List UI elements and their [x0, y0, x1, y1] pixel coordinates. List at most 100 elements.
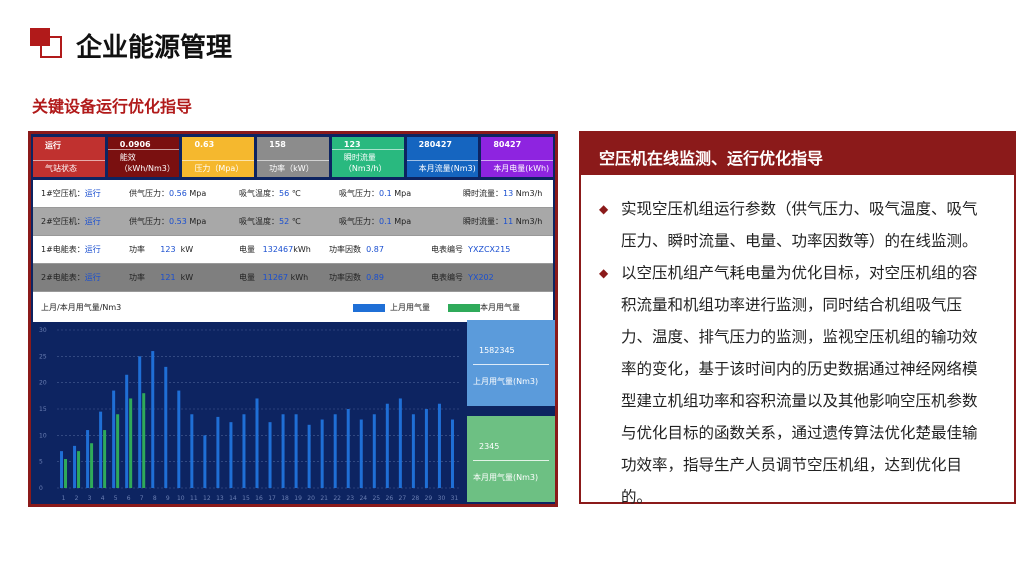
page-title: 企业能源管理 [76, 33, 233, 63]
device-table: 1#空压机：运行 供气压力：0.56 Mpa 吸气温度：56 ℃ 吸气压力：0.… [33, 180, 553, 292]
bar-upper-month [138, 356, 142, 488]
bar-upper-month [125, 374, 129, 488]
kpi-tile: 0.63 压力（Mpa） [182, 137, 255, 177]
bar-upper-month [255, 398, 259, 488]
x-tick-label: 27 [399, 495, 407, 502]
bar-this-month [129, 398, 133, 488]
upper-month-card: 1582345 上月用气量(Nm3) [467, 320, 555, 406]
x-tick-label: 15 [242, 495, 250, 502]
bar-upper-month [99, 411, 103, 488]
bar-upper-month [437, 403, 441, 488]
bar-upper-month [242, 414, 246, 488]
x-tick-label: 9 [166, 495, 170, 502]
x-tick-label: 11 [190, 495, 198, 502]
x-tick-label: 25 [372, 495, 380, 502]
bar-upper-month [411, 414, 415, 488]
y-tick-label: 20 [39, 380, 47, 387]
bar-upper-month [177, 390, 181, 488]
bar-upper-month [372, 414, 376, 488]
x-tick-label: 8 [153, 495, 157, 502]
bar-this-month [64, 459, 68, 488]
kpi-tile: 80427 本月电量(kWh) [481, 137, 554, 177]
bar-upper-month [450, 419, 454, 488]
x-tick-label: 18 [281, 495, 289, 502]
x-tick-label: 22 [333, 495, 341, 502]
legend-swatch-this [448, 304, 480, 312]
bar-this-month [116, 414, 120, 488]
table-row: 1#空压机：运行 供气压力：0.56 Mpa 吸气温度：56 ℃ 吸气压力：0.… [33, 180, 553, 208]
kpi-value: 158 [269, 140, 286, 149]
diamond-icon: ◆ [599, 202, 609, 216]
table-row: 2#电能表：运行 功率 121 kW 电量 11267 kWh 功率因数 0.8… [33, 264, 553, 292]
x-tick-label: 2 [75, 495, 79, 502]
kpi-value: 0.63 [194, 140, 215, 149]
this-month-card: 2345 本月用气量(Nm3) [467, 416, 555, 502]
bar-upper-month [294, 414, 298, 488]
y-tick-label: 10 [39, 432, 47, 439]
bar-upper-month [359, 419, 363, 488]
upper-month-label: 上月用气量(Nm3) [473, 377, 539, 386]
bar-upper-month [112, 390, 116, 488]
kpi-label: 功率（kW） [257, 160, 329, 177]
kpi-value: 80427 [493, 140, 522, 149]
kpi-label: 本月流量(Nm3) [406, 160, 479, 177]
bar-this-month [77, 451, 81, 488]
kpi-label: 压力（Mpa） [182, 160, 255, 177]
y-tick-label: 30 [39, 327, 47, 334]
table-row: 2#空压机：运行 供气压力：0.53 Mpa 吸气温度：52 ℃ 吸气压力：0.… [33, 208, 553, 236]
x-tick-label: 24 [359, 495, 367, 502]
bar-upper-month [320, 419, 324, 488]
bullet-item: ◆ 实现空压机组运行参数（供气压力、吸气温度、吸气压力、瞬时流量、电量、功率因数… [599, 193, 992, 257]
upper-month-value: 1582345 [479, 346, 515, 355]
bar-upper-month [333, 414, 337, 488]
table-row: 1#电能表：运行 功率 123 kW 电量 132467kWh 功率因数 0.8… [33, 236, 553, 264]
y-tick-label: 5 [39, 459, 43, 466]
y-tick-label: 15 [39, 406, 47, 413]
x-tick-label: 3 [88, 495, 92, 502]
kpi-label: 能效（kWh/Nm3） [107, 149, 180, 177]
bullet-item: ◆ 以空压机组产气耗电量为优化目标，对空压机组的容积流量和机组功率进行监测，同时… [599, 257, 992, 513]
legend-label-this: 本月用气量 [480, 303, 520, 312]
bar-upper-month [398, 398, 402, 488]
x-tick-label: 19 [294, 495, 302, 502]
bar-upper-month [229, 422, 233, 488]
x-tick-label: 23 [346, 495, 354, 502]
legend-label-upper: 上月用气量 [390, 303, 430, 312]
x-tick-label: 4 [101, 495, 105, 502]
x-tick-label: 29 [425, 495, 433, 502]
description-panel: 空压机在线监测、运行优化指导 ◆ 实现空压机组运行参数（供气压力、吸气温度、吸气… [579, 131, 1016, 506]
kpi-label: 气站状态 [33, 160, 105, 177]
bar-upper-month [73, 445, 77, 488]
x-tick-label: 7 [140, 495, 144, 502]
bar-upper-month [346, 409, 350, 488]
bar-upper-month [268, 422, 272, 488]
logo-icon [30, 28, 64, 58]
bar-upper-month [203, 435, 207, 488]
x-tick-label: 6 [127, 495, 131, 502]
kpi-value: 0.0906 [119, 140, 151, 149]
bar-upper-month [385, 403, 389, 488]
kpi-tile: 280427 本月流量(Nm3) [406, 137, 479, 177]
x-tick-label: 17 [268, 495, 276, 502]
bar-upper-month [86, 430, 90, 488]
bar-upper-month [190, 414, 194, 488]
x-tick-label: 14 [229, 495, 237, 502]
kpi-value: 运行 [45, 141, 61, 150]
x-tick-label: 16 [255, 495, 263, 502]
x-tick-label: 21 [320, 495, 328, 502]
kpi-label: 瞬时流量（Nm3/h） [331, 149, 404, 177]
gas-usage-bar-chart: 0510152025301 2 3 4 5 6 7 8 9 10 11 12 13 14 15 16 17 18 1… [39, 327, 461, 502]
bar-this-month [103, 430, 107, 488]
bar-upper-month [424, 409, 428, 488]
chart-title: 上月/本月用气量/Nm3 [41, 303, 122, 312]
kpi-tile: 123 瞬时流量（Nm3/h） [331, 137, 404, 177]
bar-this-month [90, 443, 94, 488]
x-tick-label: 5 [114, 495, 118, 502]
panel-title: 空压机在线监测、运行优化指导 [581, 133, 1014, 175]
y-tick-label: 0 [39, 485, 43, 492]
bar-this-month [142, 393, 146, 488]
x-tick-label: 28 [412, 495, 420, 502]
bar-upper-month [151, 351, 155, 488]
monitoring-dashboard: 运行 气站状态 0.0906 能效（kWh/Nm3） 0.63 压力（Mpa） 158 功率（… [28, 131, 558, 507]
y-tick-label: 25 [39, 353, 47, 360]
